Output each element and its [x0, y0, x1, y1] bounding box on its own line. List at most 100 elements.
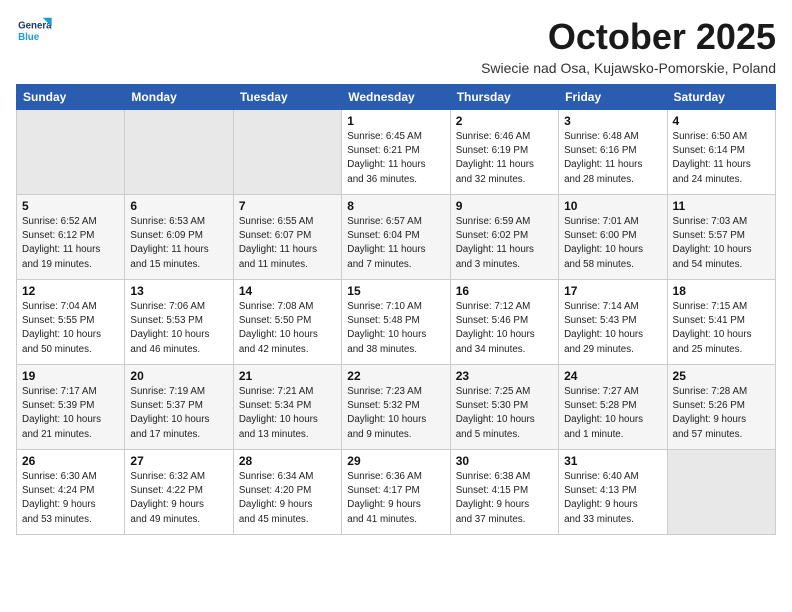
calendar-week-1: 1 Sunrise: 6:45 AM Sunset: 6:21 PM Daylig… [17, 110, 776, 195]
day-number: 23 [456, 369, 553, 383]
calendar-day-8: 8 Sunrise: 6:57 AM Sunset: 6:04 PM Daylig… [342, 195, 450, 280]
day-info: Sunrise: 7:06 AM Sunset: 5:53 PM Dayligh… [130, 300, 227, 357]
day-number: 21 [239, 369, 336, 383]
svg-text:Blue: Blue [18, 32, 40, 43]
calendar-day-14: 14 Sunrise: 7:08 AM Sunset: 5:50 PM Dayli… [233, 280, 341, 365]
day-number: 4 [673, 114, 770, 128]
day-number: 6 [130, 199, 227, 213]
day-info: Sunrise: 7:28 AM Sunset: 5:26 PM Dayligh… [673, 385, 770, 442]
day-number: 27 [130, 454, 227, 468]
day-number: 12 [22, 284, 119, 298]
calendar-day-9: 9Sunrise: 6:59 AM Sunset: 6:02 PM Daylig… [450, 195, 558, 280]
day-number: 10 [564, 199, 661, 213]
day-number: 20 [130, 369, 227, 383]
day-info: Sunrise: 7:17 AM Sunset: 5:39 PM Dayligh… [22, 385, 119, 442]
calendar-week-2: 5 Sunrise: 6:52 AM Sunset: 6:12 PM Daylig… [17, 195, 776, 280]
day-number: 25 [673, 369, 770, 383]
day-info: Sunrise: 6:40 AM Sunset: 4:13 PM Dayligh… [564, 470, 661, 527]
calendar-day-12: 12 Sunrise: 7:04 AM Sunset: 5:55 PM Dayli… [17, 280, 125, 365]
day-number: 16 [456, 284, 553, 298]
calendar-day-10: 10 Sunrise: 7:01 AM Sunset: 6:00 PM Dayli… [559, 195, 667, 280]
calendar-header-row: SundayMondayTuesdayWednesdayThursdayFrid… [17, 85, 776, 110]
day-number: 26 [22, 454, 119, 468]
day-info: Sunrise: 6:53 AM Sunset: 6:09 PM Dayligh… [130, 215, 227, 272]
day-header-friday: Friday [559, 85, 667, 110]
location-subtitle: Swiecie nad Osa, Kujawsko-Pomorskie, Pol… [481, 60, 776, 76]
day-number: 29 [347, 454, 444, 468]
general-blue-logo-icon: General Blue [16, 16, 52, 46]
day-info: Sunrise: 6:34 AM Sunset: 4:20 PM Dayligh… [239, 470, 336, 527]
empty-cell [17, 110, 125, 195]
day-number: 13 [130, 284, 227, 298]
day-info: Sunrise: 6:30 AM Sunset: 4:24 PM Dayligh… [22, 470, 119, 527]
day-header-monday: Monday [125, 85, 233, 110]
calendar-day-22: 22 Sunrise: 7:23 AM Sunset: 5:32 PM Dayli… [342, 365, 450, 450]
page-header: General Blue October 2025 Swiecie nad Os… [16, 16, 776, 76]
day-info: Sunrise: 6:38 AM Sunset: 4:15 PM Dayligh… [456, 470, 553, 527]
calendar-week-3: 12 Sunrise: 7:04 AM Sunset: 5:55 PM Dayli… [17, 280, 776, 365]
day-info: Sunrise: 6:45 AM Sunset: 6:21 PM Dayligh… [347, 130, 444, 187]
calendar-day-7: 7Sunrise: 6:55 AM Sunset: 6:07 PM Daylig… [233, 195, 341, 280]
calendar-day-3: 3 Sunrise: 6:48 AM Sunset: 6:16 PM Daylig… [559, 110, 667, 195]
day-number: 5 [22, 199, 119, 213]
day-header-wednesday: Wednesday [342, 85, 450, 110]
day-number: 2 [456, 114, 553, 128]
day-header-thursday: Thursday [450, 85, 558, 110]
day-header-sunday: Sunday [17, 85, 125, 110]
day-info: Sunrise: 7:14 AM Sunset: 5:43 PM Dayligh… [564, 300, 661, 357]
day-info: Sunrise: 7:15 AM Sunset: 5:41 PM Dayligh… [673, 300, 770, 357]
calendar-day-18: 18Sunrise: 7:15 AM Sunset: 5:41 PM Dayli… [667, 280, 775, 365]
day-number: 31 [564, 454, 661, 468]
calendar-day-26: 26 Sunrise: 6:30 AM Sunset: 4:24 PM Dayli… [17, 450, 125, 535]
day-info: Sunrise: 7:25 AM Sunset: 5:30 PM Dayligh… [456, 385, 553, 442]
day-number: 28 [239, 454, 336, 468]
day-number: 1 [347, 114, 444, 128]
day-number: 11 [673, 199, 770, 213]
day-info: Sunrise: 7:04 AM Sunset: 5:55 PM Dayligh… [22, 300, 119, 357]
empty-cell [125, 110, 233, 195]
day-info: Sunrise: 7:21 AM Sunset: 5:34 PM Dayligh… [239, 385, 336, 442]
day-number: 8 [347, 199, 444, 213]
day-info: Sunrise: 7:01 AM Sunset: 6:00 PM Dayligh… [564, 215, 661, 272]
calendar-day-16: 16 Sunrise: 7:12 AM Sunset: 5:46 PM Dayli… [450, 280, 558, 365]
calendar-day-11: 11 Sunrise: 7:03 AM Sunset: 5:57 PM Dayli… [667, 195, 775, 280]
month-title: October 2025 [481, 16, 776, 58]
day-number: 9 [456, 199, 553, 213]
calendar-day-23: 23 Sunrise: 7:25 AM Sunset: 5:30 PM Dayli… [450, 365, 558, 450]
calendar-day-13: 13 Sunrise: 7:06 AM Sunset: 5:53 PM Dayli… [125, 280, 233, 365]
day-info: Sunrise: 7:12 AM Sunset: 5:46 PM Dayligh… [456, 300, 553, 357]
empty-cell [667, 450, 775, 535]
day-number: 3 [564, 114, 661, 128]
day-info: Sunrise: 6:57 AM Sunset: 6:04 PM Dayligh… [347, 215, 444, 272]
calendar-day-28: 28 Sunrise: 6:34 AM Sunset: 4:20 PM Dayli… [233, 450, 341, 535]
day-number: 22 [347, 369, 444, 383]
empty-cell [233, 110, 341, 195]
day-info: Sunrise: 6:46 AM Sunset: 6:19 PM Dayligh… [456, 130, 553, 187]
day-info: Sunrise: 6:48 AM Sunset: 6:16 PM Dayligh… [564, 130, 661, 187]
day-info: Sunrise: 7:19 AM Sunset: 5:37 PM Dayligh… [130, 385, 227, 442]
day-info: Sunrise: 6:50 AM Sunset: 6:14 PM Dayligh… [673, 130, 770, 187]
calendar-day-27: 27Sunrise: 6:32 AM Sunset: 4:22 PM Dayli… [125, 450, 233, 535]
calendar-day-20: 20 Sunrise: 7:19 AM Sunset: 5:37 PM Dayli… [125, 365, 233, 450]
day-info: Sunrise: 7:08 AM Sunset: 5:50 PM Dayligh… [239, 300, 336, 357]
calendar-day-19: 19 Sunrise: 7:17 AM Sunset: 5:39 PM Dayli… [17, 365, 125, 450]
svg-text:General: General [18, 20, 52, 31]
calendar-day-21: 21 Sunrise: 7:21 AM Sunset: 5:34 PM Dayli… [233, 365, 341, 450]
logo: General Blue [16, 16, 56, 46]
day-number: 19 [22, 369, 119, 383]
day-info: Sunrise: 6:55 AM Sunset: 6:07 PM Dayligh… [239, 215, 336, 272]
calendar-table: SundayMondayTuesdayWednesdayThursdayFrid… [16, 84, 776, 535]
day-info: Sunrise: 6:52 AM Sunset: 6:12 PM Dayligh… [22, 215, 119, 272]
day-info: Sunrise: 7:10 AM Sunset: 5:48 PM Dayligh… [347, 300, 444, 357]
day-number: 14 [239, 284, 336, 298]
calendar-day-25: 25 Sunrise: 7:28 AM Sunset: 5:26 PM Dayli… [667, 365, 775, 450]
day-info: Sunrise: 7:03 AM Sunset: 5:57 PM Dayligh… [673, 215, 770, 272]
day-number: 15 [347, 284, 444, 298]
calendar-day-6: 6 Sunrise: 6:53 AM Sunset: 6:09 PM Daylig… [125, 195, 233, 280]
calendar-day-5: 5 Sunrise: 6:52 AM Sunset: 6:12 PM Daylig… [17, 195, 125, 280]
day-info: Sunrise: 7:23 AM Sunset: 5:32 PM Dayligh… [347, 385, 444, 442]
calendar-day-31: 31 Sunrise: 6:40 AM Sunset: 4:13 PM Dayli… [559, 450, 667, 535]
calendar-day-1: 1 Sunrise: 6:45 AM Sunset: 6:21 PM Daylig… [342, 110, 450, 195]
calendar-day-4: 4 Sunrise: 6:50 AM Sunset: 6:14 PM Daylig… [667, 110, 775, 195]
calendar-day-17: 17Sunrise: 7:14 AM Sunset: 5:43 PM Dayli… [559, 280, 667, 365]
